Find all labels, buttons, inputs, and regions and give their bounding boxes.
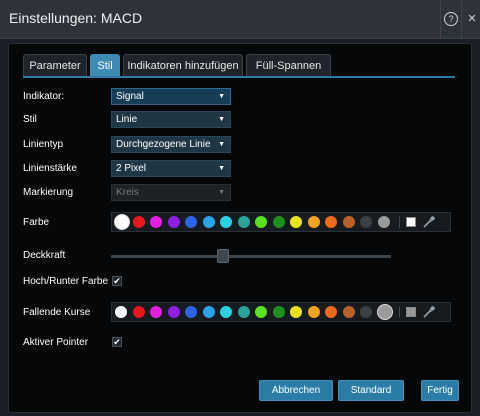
farbe-swatch[interactable]: [307, 216, 320, 228]
check-icon: ✔: [113, 337, 121, 347]
linientyp-value: Durchgezogene Linie: [116, 139, 211, 150]
settings-panel: Parameter Stil Indikatoren hinzufügen Fü…: [8, 43, 472, 413]
indikator-select[interactable]: Signal ▼: [111, 88, 231, 105]
farbe-swatch[interactable]: [202, 216, 215, 228]
fallende-kurse-swatch[interactable]: [377, 305, 392, 319]
farbe-swatch[interactable]: [255, 216, 267, 228]
cancel-button[interactable]: Abbrechen: [259, 380, 333, 401]
fallende-kurse-swatch[interactable]: [132, 306, 145, 318]
stil-label: Stil: [23, 114, 37, 125]
fallende-kurse-swatch[interactable]: [342, 306, 355, 318]
aktiver-pointer-checkbox[interactable]: ✔: [112, 337, 122, 347]
stil-select[interactable]: Linie ▼: [111, 111, 231, 128]
help-icon: ?: [444, 12, 458, 26]
farbe-swatch[interactable]: [237, 216, 250, 228]
tab-parameter[interactable]: Parameter: [23, 54, 87, 76]
hoch-runter-farbe-label: Hoch/Runter Farbe: [23, 276, 109, 287]
fallende-kurse-swatch[interactable]: [325, 306, 337, 318]
farbe-swatch[interactable]: [185, 216, 197, 228]
dialog-title: Einstellungen: MACD: [9, 10, 143, 26]
farbe-swatch[interactable]: [290, 216, 302, 228]
hoch-runter-farbe-checkbox[interactable]: ✔: [112, 276, 122, 286]
farbe-swatch[interactable]: [272, 216, 285, 228]
fallende-kurse-swatch[interactable]: [290, 306, 302, 318]
settings-dialog: Einstellungen: MACD ? ✕ Parameter Stil I…: [0, 0, 480, 416]
linienstaerke-value: 2 Pixel: [116, 163, 147, 174]
fallende-kurse-palette: [111, 302, 451, 322]
farbe-label: Farbe: [23, 217, 50, 228]
fallende-kurse-swatch[interactable]: [185, 306, 197, 318]
fallende-kurse-swatch[interactable]: [202, 306, 215, 318]
fallende-kurse-label: Fallende Kurse: [23, 307, 91, 318]
check-icon: ✔: [113, 276, 121, 286]
fallende-kurse-swatch[interactable]: [237, 306, 250, 318]
fallende-kurse-swatch[interactable]: [115, 306, 127, 318]
linienstaerke-select[interactable]: 2 Pixel ▼: [111, 160, 231, 177]
chevron-down-icon: ▼: [218, 141, 225, 148]
farbe-swatch[interactable]: [220, 216, 232, 228]
farbe-swatch[interactable]: [150, 216, 162, 228]
help-button[interactable]: ?: [441, 9, 461, 29]
tab-underline: [23, 76, 455, 78]
tab-fuell-spannen[interactable]: Füll-Spannen: [246, 54, 331, 76]
markierung-value: Kreis: [116, 187, 139, 198]
linientyp-select[interactable]: Durchgezogene Linie ▼: [111, 136, 231, 153]
close-button[interactable]: ✕: [462, 9, 480, 29]
farbe-swatch[interactable]: [377, 216, 390, 228]
deckkraft-label: Deckkraft: [23, 250, 66, 261]
fallende-kurse-swatch[interactable]: [167, 306, 180, 318]
farbe-palette: [111, 212, 451, 232]
linientyp-label: Linientyp: [23, 139, 64, 150]
fallende-kurse-swatch[interactable]: [360, 306, 372, 318]
deckkraft-slider-thumb[interactable]: [217, 249, 229, 263]
fallende-kurse-swatch[interactable]: [255, 306, 267, 318]
chevron-down-icon: ▼: [218, 93, 225, 100]
chevron-down-icon: ▼: [218, 165, 225, 172]
farbe-swatch[interactable]: [325, 216, 337, 228]
standard-button[interactable]: Standard: [338, 380, 404, 401]
eyedropper-icon[interactable]: [422, 305, 436, 319]
indikator-label: Indikator:: [23, 91, 65, 102]
tab-indikatoren-hinzufuegen[interactable]: Indikatoren hinzufügen: [123, 54, 243, 76]
fallende-kurse-swatch[interactable]: [150, 306, 162, 318]
done-button[interactable]: Fertig: [421, 380, 459, 401]
palette-divider: [399, 216, 400, 228]
farbe-swatch[interactable]: [167, 216, 180, 228]
title-bar: Einstellungen: MACD ? ✕: [0, 0, 480, 39]
palette-divider: [399, 306, 400, 318]
fallende-kurse-swatch[interactable]: [272, 306, 285, 318]
aktiver-pointer-label: Aktiver Pointer: [23, 337, 89, 348]
markierung-select: Kreis ▼: [111, 184, 231, 201]
fallende-kurse-swatch[interactable]: [307, 306, 320, 318]
tab-stil[interactable]: Stil: [90, 54, 120, 76]
fallende-kurse-current-color[interactable]: [406, 307, 416, 317]
stil-value: Linie: [116, 114, 138, 125]
deckkraft-slider-track[interactable]: [111, 255, 391, 258]
farbe-swatch[interactable]: [360, 216, 372, 228]
farbe-swatch[interactable]: [132, 216, 145, 228]
chevron-down-icon: ▼: [218, 116, 225, 123]
farbe-swatch[interactable]: [342, 216, 355, 228]
eyedropper-icon[interactable]: [422, 215, 436, 229]
indikator-value: Signal: [116, 91, 144, 102]
fallende-kurse-swatch[interactable]: [220, 306, 232, 318]
close-icon: ✕: [467, 13, 477, 25]
linienstaerke-label: Linienstärke: [23, 163, 77, 174]
farbe-swatch[interactable]: [115, 215, 129, 229]
farbe-current-color[interactable]: [406, 217, 416, 227]
chevron-down-icon: ▼: [218, 189, 225, 196]
markierung-label: Markierung: [23, 187, 74, 198]
